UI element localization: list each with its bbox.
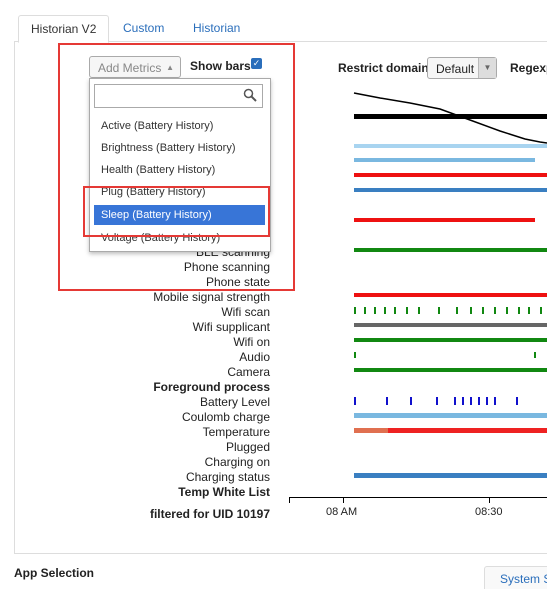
wifi-scan-mark [364,307,366,314]
bar-battery-level [354,397,518,405]
battery-level-mark [410,397,412,405]
bar-wifi-scan [354,307,542,314]
battery-level-mark [436,397,438,405]
restrict-domain-label: Restrict domain [338,61,429,75]
tab-historian[interactable]: Historian [181,15,252,41]
row-label: Coulomb charge [181,410,270,424]
bar-temperature-b [388,428,547,433]
wifi-scan-mark [470,307,472,314]
battery-level-mark [486,397,488,405]
app-selection-heading: App Selection [14,566,95,580]
row-label: Temperature [202,425,270,439]
row-label: Camera [227,365,270,379]
battery-level-mark [354,397,356,405]
wifi-scan-mark [384,307,386,314]
row-label: Foreground process [153,380,270,394]
bar-camera [354,368,547,372]
wifi-scan-mark [528,307,530,314]
bar-mobile-signal [354,293,547,297]
row-label: Plugged [225,440,270,454]
tab-custom[interactable]: Custom [111,15,176,41]
wifi-scan-mark [482,307,484,314]
wifi-scan-mark [406,307,408,314]
chevron-down-icon: ▼ [478,58,496,78]
battery-level-mark [386,397,388,405]
timeline-chart[interactable] [340,85,547,495]
wifi-scan-mark [394,307,396,314]
highlight-box-inner [83,186,270,237]
tab-historian-v2[interactable]: Historian V2 [18,15,110,43]
regexp-label: Regexp [510,61,547,75]
bar-5 [354,218,535,222]
row-label: filtered for UID 10197 [149,507,270,521]
domain-select-value: Default [436,62,475,76]
row-label: Wifi scan [221,305,270,319]
tick-label-830: 08:30 [475,506,503,518]
row-label: Charging status [185,470,270,484]
bar-audio-2 [534,352,536,358]
wifi-scan-mark [506,307,508,314]
tab-bar: Historian V2 Custom Historian [14,15,547,43]
bar-audio-1 [354,352,356,358]
bar-ble-scanning [354,248,547,252]
wifi-scan-mark [354,307,356,314]
wifi-scan-mark [438,307,440,314]
axis-tick [289,497,290,503]
bar-wakelock [354,114,547,119]
bar-temperature-a [354,428,388,433]
domain-select[interactable]: Default ▼ [427,57,497,79]
row-label: Temp White List [178,485,270,499]
row-label: Charging on [204,455,270,469]
wifi-scan-mark [518,307,520,314]
wifi-scan-mark [374,307,376,314]
bar-4 [354,188,547,192]
row-label: Mobile signal strength [153,290,270,304]
bar-wifi-on [354,338,547,342]
bar-wifi-supplicant [354,323,547,327]
tab-system[interactable]: System S [484,566,547,589]
wifi-scan-mark [540,307,542,314]
bar-coulomb [354,413,547,418]
tick-label-8am: 08 AM [326,506,358,518]
row-label: Audio [239,350,270,364]
battery-level-mark [494,397,496,405]
wifi-scan-mark [494,307,496,314]
highlight-box-outer [58,43,295,291]
bar-2 [354,158,535,162]
time-axis [289,497,547,498]
bar-charging-status [354,473,547,478]
row-label: Wifi supplicant [192,320,270,334]
battery-level-mark [462,397,464,405]
axis-tick [489,497,490,503]
wifi-scan-mark [418,307,420,314]
battery-level-mark [516,397,518,405]
bar-3 [354,173,547,177]
battery-level-mark [454,397,456,405]
battery-level-mark [478,397,480,405]
row-label: Wifi on [233,335,270,349]
row-label: Battery Level [199,395,270,409]
bar-1 [354,144,547,148]
battery-level-mark [470,397,472,405]
axis-tick [343,497,344,503]
wifi-scan-mark [456,307,458,314]
